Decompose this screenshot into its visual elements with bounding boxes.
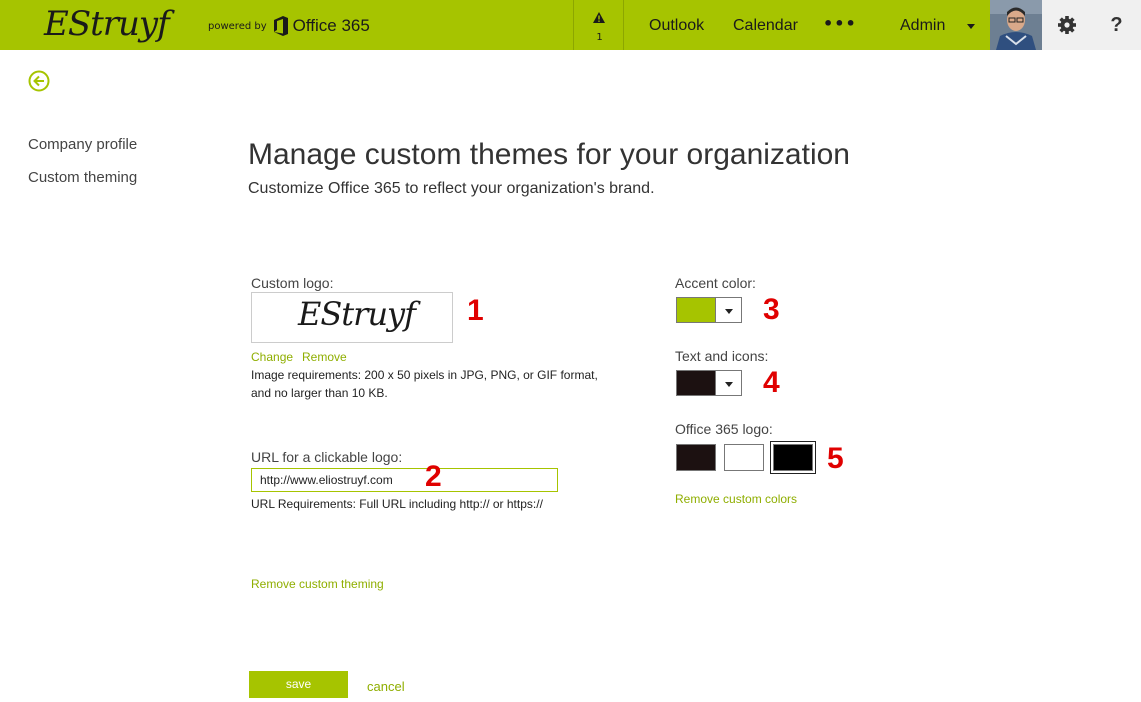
powered-by-office365: powered by Office 365 [208,15,370,37]
url-requirements: URL Requirements: Full URL including htt… [251,497,543,511]
cancel-link[interactable]: cancel [367,679,405,694]
custom-logo-preview: EStruyf [251,292,453,343]
logo-url-input[interactable] [251,468,558,492]
save-button[interactable]: save [249,671,348,698]
gear-icon [1058,16,1076,34]
logo-url-label: URL for a clickable logo: [251,449,403,465]
admin-menu[interactable]: Admin [900,17,976,35]
text-icons-color-picker[interactable] [676,370,742,396]
settings-button[interactable] [1042,0,1092,50]
top-bar: EStruyf powered by Office 365 1 Outlook … [0,0,1141,50]
office365-logo-option-dark[interactable] [676,444,716,471]
nav-calendar[interactable]: Calendar [733,17,798,35]
annotation-5: 5 [827,442,844,475]
office365-label: Office 365 [292,16,370,35]
remove-custom-theming-link[interactable]: Remove custom theming [251,577,384,591]
office365-logo-label: Office 365 logo: [675,421,773,437]
accent-color-label: Accent color: [675,275,756,291]
nav-outlook[interactable]: Outlook [649,17,704,35]
text-icons-color-swatch[interactable] [676,370,716,396]
powered-by-label: powered by [208,20,267,32]
custom-logo-image: EStruyf [298,295,416,333]
annotation-4: 4 [763,366,780,399]
chevron-down-icon [725,309,733,314]
admin-label: Admin [900,17,946,34]
back-arrow-icon[interactable] [28,70,50,92]
warning-icon [593,12,605,23]
chevron-down-icon [967,23,976,29]
alerts-button[interactable]: 1 [573,0,624,50]
text-icons-label: Text and icons: [675,348,769,364]
remove-custom-colors-link[interactable]: Remove custom colors [675,492,797,506]
accent-color-swatch[interactable] [676,297,716,323]
left-nav-custom-theming[interactable]: Custom theming [28,169,137,186]
office365-icon [273,16,288,36]
image-requirements-line1: Image requirements: 200 x 50 pixels in J… [251,368,598,382]
accent-color-picker[interactable] [676,297,742,323]
brand-logo[interactable]: EStruyf [44,4,170,44]
remove-logo-link[interactable]: Remove [302,350,347,364]
image-requirements-line2: and no larger than 10 KB. [251,386,388,400]
text-icons-dropdown[interactable] [716,370,742,396]
annotation-3: 3 [763,293,780,326]
annotation-1: 1 [467,294,484,327]
avatar[interactable] [990,0,1042,50]
accent-color-dropdown[interactable] [716,297,742,323]
chevron-down-icon [725,382,733,387]
page-subtitle: Customize Office 365 to reflect your org… [248,180,655,197]
custom-logo-label: Custom logo: [251,275,334,291]
alert-count: 1 [596,32,603,43]
office365-logo-option-black[interactable] [770,441,816,474]
page-title: Manage custom themes for your organizati… [248,138,850,171]
help-button[interactable]: ? [1092,0,1141,50]
annotation-2: 2 [425,460,442,493]
user-photo-icon [990,0,1042,50]
office365-logo-option-white[interactable] [724,444,764,471]
nav-more-button[interactable]: ••• [823,14,857,33]
left-nav-company-profile[interactable]: Company profile [28,136,137,153]
change-logo-link[interactable]: Change [251,350,293,364]
